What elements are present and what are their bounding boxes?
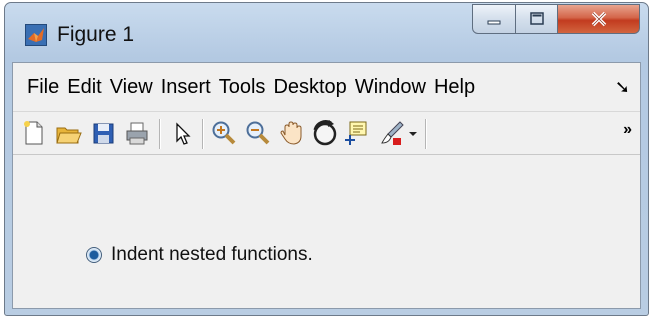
toolbar-separator [425, 119, 427, 149]
maximize-icon [529, 12, 544, 25]
brush-icon[interactable] [378, 119, 406, 147]
figure-client-area: File Edit View Insert Tools Desktop Wind… [12, 62, 641, 309]
new-figure-icon[interactable] [19, 119, 47, 147]
toolbar-separator [202, 119, 204, 149]
menu-window[interactable]: Window [351, 76, 430, 99]
menu-edit[interactable]: Edit [63, 76, 105, 99]
toolbar-overflow-icon[interactable]: » [623, 121, 632, 139]
save-icon[interactable] [89, 119, 117, 147]
menu-help[interactable]: Help [430, 76, 479, 99]
menu-desktop[interactable]: Desktop [269, 76, 350, 99]
toolbar-separator [159, 119, 161, 149]
window-title: Figure 1 [57, 23, 135, 46]
minimize-button[interactable] [472, 4, 516, 34]
matlab-logo-icon [25, 24, 47, 46]
print-icon[interactable] [123, 119, 151, 147]
figure-toolbar: » [13, 111, 640, 155]
figure-window: Figure 1 File Edit View Insert Tools Des… [4, 2, 649, 316]
window-controls [472, 4, 640, 36]
menu-view[interactable]: View [106, 76, 157, 99]
rotate-3d-icon[interactable] [311, 119, 339, 147]
menu-overflow-icon[interactable]: ➘ [615, 77, 630, 98]
maximize-button[interactable] [516, 4, 558, 34]
radio-label: Indent nested functions. [111, 244, 313, 265]
menu-tools[interactable]: Tools [215, 76, 270, 99]
indent-nested-functions-option[interactable]: Indent nested functions. [86, 244, 313, 266]
menu-file[interactable]: File [13, 76, 63, 99]
pan-hand-icon[interactable] [277, 119, 305, 147]
zoom-in-icon[interactable] [210, 119, 238, 147]
data-cursor-icon[interactable] [344, 119, 372, 147]
minimize-icon [487, 20, 501, 25]
select-arrow-icon[interactable] [168, 119, 196, 147]
menu-insert[interactable]: Insert [157, 76, 215, 99]
close-button[interactable] [558, 4, 640, 34]
radio-button[interactable] [86, 247, 102, 263]
zoom-out-icon[interactable] [244, 119, 272, 147]
menu-bar: File Edit View Insert Tools Desktop Wind… [13, 63, 640, 111]
chevron-down-icon[interactable] [406, 119, 420, 147]
open-file-icon[interactable] [54, 119, 82, 147]
close-icon [591, 11, 606, 27]
title-bar[interactable]: Figure 1 [5, 3, 648, 63]
